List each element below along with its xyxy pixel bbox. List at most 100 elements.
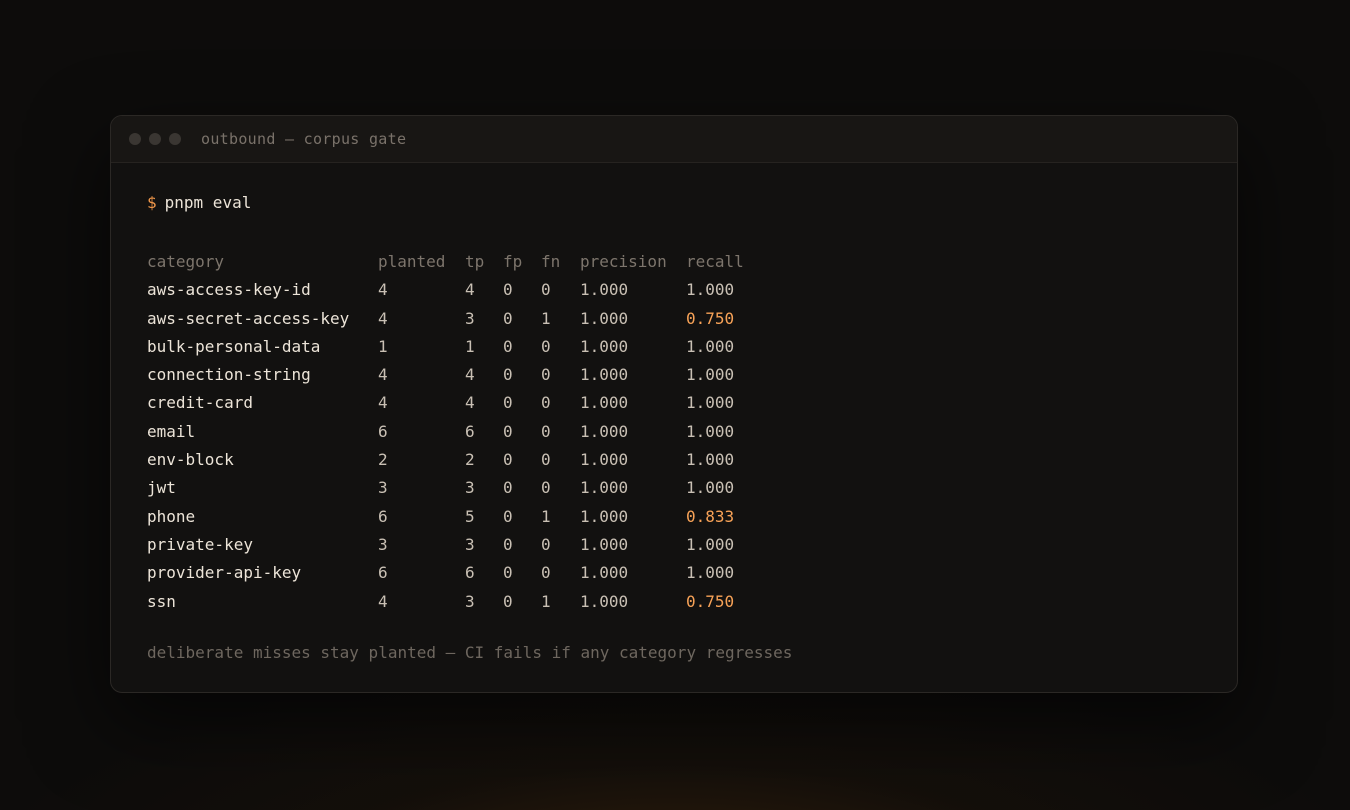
- table-row: bulk-personal-data 1 1 0 0 1.000 1.000: [147, 333, 766, 361]
- table-row: private-key 3 3 0 0 1.000 1.000: [147, 531, 766, 559]
- header-fp: fp: [503, 252, 523, 271]
- cell-tp: 2: [465, 450, 475, 470]
- table-row: provider-api-key 6 6 0 0 1.000 1.000: [147, 559, 766, 587]
- cell-tp: 1: [465, 336, 475, 356]
- cell-category: email: [147, 421, 196, 441]
- table-header-row: category planted tp fp fn precision reca…: [147, 248, 766, 276]
- cell-planted: 4: [378, 365, 388, 385]
- cell-fp: 0: [503, 365, 513, 385]
- cell-planted: 4: [378, 308, 388, 328]
- cell-recall: 1.000: [686, 534, 735, 554]
- table-row: connection-string 4 4 0 0 1.000 1.000: [147, 361, 766, 389]
- cell-recall: 0.750: [686, 308, 735, 328]
- cell-fp: 0: [503, 336, 513, 356]
- cell-planted: 3: [378, 534, 388, 554]
- cell-precision: 1.000: [580, 280, 629, 300]
- table-row: env-block 2 2 0 0 1.000 1.000: [147, 446, 766, 474]
- cell-category: phone: [147, 506, 196, 526]
- cell-precision: 1.000: [580, 506, 629, 526]
- cell-fn: 0: [541, 534, 551, 554]
- table-row: email 6 6 0 0 1.000 1.000: [147, 418, 766, 446]
- cell-fp: 0: [503, 563, 513, 583]
- header-tp: tp: [465, 252, 485, 271]
- cell-tp: 6: [465, 563, 475, 583]
- cell-category: jwt: [147, 478, 176, 498]
- cell-tp: 3: [465, 534, 475, 554]
- cell-fn: 1: [541, 308, 551, 328]
- header-fn: fn: [541, 252, 561, 271]
- close-dot-icon[interactable]: [129, 133, 141, 145]
- cell-recall: 1.000: [686, 421, 735, 441]
- cell-fp: 0: [503, 478, 513, 498]
- cell-recall: 1.000: [686, 280, 735, 300]
- table-row: aws-secret-access-key 4 3 0 1 1.000 0.750: [147, 305, 766, 333]
- cell-planted: 6: [378, 506, 388, 526]
- maximize-dot-icon[interactable]: [169, 133, 181, 145]
- cell-category: aws-access-key-id: [147, 280, 311, 300]
- table-row: phone 6 5 0 1 1.000 0.833: [147, 503, 766, 531]
- cell-tp: 4: [465, 365, 475, 385]
- header-precision: precision: [580, 252, 667, 271]
- cell-planted: 6: [378, 563, 388, 583]
- cell-tp: 3: [465, 591, 475, 611]
- table-row: credit-card 4 4 0 0 1.000 1.000: [147, 389, 766, 417]
- cell-precision: 1.000: [580, 563, 629, 583]
- cell-fp: 0: [503, 450, 513, 470]
- cell-fp: 0: [503, 421, 513, 441]
- cell-category: ssn: [147, 591, 176, 611]
- cell-planted: 6: [378, 421, 388, 441]
- cell-fp: 0: [503, 534, 513, 554]
- cell-tp: 4: [465, 280, 475, 300]
- cell-tp: 6: [465, 421, 475, 441]
- cell-category: connection-string: [147, 365, 311, 385]
- table-row: jwt 3 3 0 0 1.000 1.000: [147, 474, 766, 502]
- header-planted: planted: [378, 252, 446, 271]
- cell-fn: 1: [541, 591, 551, 611]
- cell-planted: 4: [378, 393, 388, 413]
- cell-fn: 0: [541, 393, 551, 413]
- minimize-dot-icon[interactable]: [149, 133, 161, 145]
- cell-precision: 1.000: [580, 450, 629, 470]
- cell-planted: 4: [378, 280, 388, 300]
- table-row: ssn 4 3 0 1 1.000 0.750: [147, 588, 766, 616]
- cell-fn: 0: [541, 563, 551, 583]
- terminal-output: $ pnpm eval category planted tp fp fn pre…: [111, 163, 1237, 662]
- cell-precision: 1.000: [580, 365, 629, 385]
- cell-precision: 1.000: [580, 393, 629, 413]
- terminal-window: outbound — corpus gate $ pnpm eval catego…: [110, 115, 1238, 693]
- cell-precision: 1.000: [580, 534, 629, 554]
- cell-fn: 0: [541, 336, 551, 356]
- cell-recall: 1.000: [686, 393, 735, 413]
- cell-precision: 1.000: [580, 336, 629, 356]
- cell-category: credit-card: [147, 393, 253, 413]
- cell-recall: 1.000: [686, 563, 735, 583]
- cell-recall: 0.750: [686, 591, 735, 611]
- cell-tp: 4: [465, 393, 475, 413]
- cell-fp: 0: [503, 506, 513, 526]
- cell-fp: 0: [503, 393, 513, 413]
- cell-category: aws-secret-access-key: [147, 308, 350, 328]
- cell-tp: 3: [465, 478, 475, 498]
- header-category: category: [147, 252, 225, 271]
- cell-planted: 2: [378, 450, 388, 470]
- cell-recall: 0.833: [686, 506, 735, 526]
- cell-fn: 0: [541, 280, 551, 300]
- cell-fn: 0: [541, 421, 551, 441]
- cell-fp: 0: [503, 591, 513, 611]
- cell-planted: 1: [378, 336, 388, 356]
- cell-category: bulk-personal-data: [147, 336, 321, 356]
- cell-precision: 1.000: [580, 591, 629, 611]
- cell-fn: 1: [541, 506, 551, 526]
- header-recall: recall: [686, 252, 744, 271]
- cell-planted: 4: [378, 591, 388, 611]
- cell-fn: 0: [541, 365, 551, 385]
- cell-recall: 1.000: [686, 336, 735, 356]
- command-text: pnpm eval: [164, 193, 252, 212]
- cell-tp: 3: [465, 308, 475, 328]
- cell-fp: 0: [503, 308, 513, 328]
- cell-precision: 1.000: [580, 421, 629, 441]
- cell-category: env-block: [147, 450, 234, 470]
- window-controls: [129, 133, 181, 145]
- cell-fp: 0: [503, 280, 513, 300]
- cell-category: provider-api-key: [147, 563, 302, 583]
